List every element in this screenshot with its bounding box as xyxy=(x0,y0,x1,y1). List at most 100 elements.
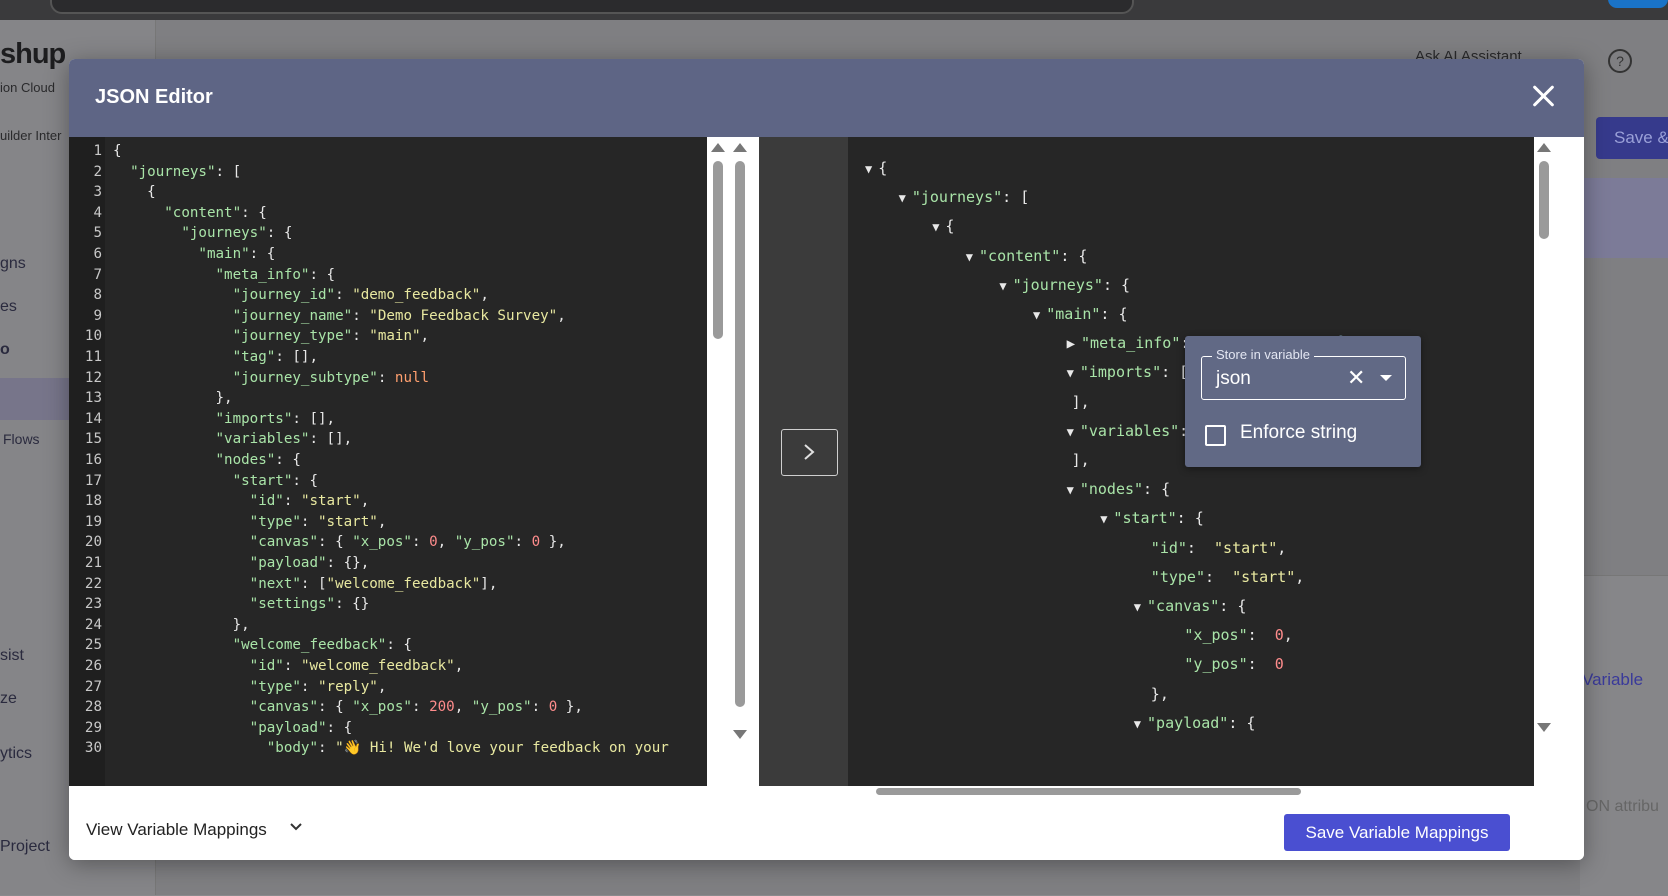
sidebar-item[interactable]: es xyxy=(0,298,17,316)
code-editor[interactable]: 1 {2 "journeys": [3 {4 "content": {5 "jou… xyxy=(69,137,759,786)
clear-icon[interactable]: ✕ xyxy=(1347,367,1365,389)
tree-node[interactable]: "type": "start", xyxy=(1151,566,1305,588)
code-text[interactable]: "journey_name": "Demo Feedback Survey", xyxy=(113,306,566,328)
code-text[interactable]: }, xyxy=(113,615,250,637)
line-number: 30 xyxy=(84,740,102,757)
collapse-triangle-icon[interactable]: ▼ xyxy=(999,275,1006,297)
tree-node[interactable]: ▼ "imports": [ xyxy=(1067,361,1189,383)
sidebar-item[interactable]: ytics xyxy=(0,745,32,763)
tree-node[interactable]: ▼ "journeys": { xyxy=(999,274,1130,296)
bg-save-button[interactable]: Save & xyxy=(1596,117,1668,159)
collapse-triangle-icon[interactable]: ▼ xyxy=(1067,362,1074,384)
scroll-track[interactable] xyxy=(732,147,748,777)
scroll-thumb[interactable] xyxy=(735,161,745,707)
code-text[interactable]: { xyxy=(113,182,156,204)
tree-node[interactable]: "y_pos": 0 xyxy=(1184,653,1283,675)
line-number: 22 xyxy=(84,575,102,592)
save-variable-mappings-button[interactable]: Save Variable Mappings xyxy=(1284,814,1510,851)
collapse-triangle-icon[interactable]: ▼ xyxy=(1134,596,1141,618)
expand-triangle-icon[interactable]: ▶ xyxy=(1067,333,1075,355)
scroll-thumb[interactable] xyxy=(876,788,1301,795)
tree-node[interactable]: ▼ "main": { xyxy=(1033,303,1128,325)
view-variable-mappings-toggle[interactable]: View Variable Mappings xyxy=(86,820,267,840)
variable-name-value[interactable]: json xyxy=(1216,368,1251,390)
sidebar-item[interactable]: ze xyxy=(0,690,17,708)
tree-node[interactable]: ], xyxy=(1072,449,1090,471)
tree-horizontal-scrollbar[interactable] xyxy=(848,786,1534,796)
code-text[interactable]: "content": { xyxy=(113,203,267,225)
tree-node[interactable]: ▼ "canvas": { xyxy=(1134,595,1247,617)
bg-variable-link[interactable]: Variable xyxy=(1582,670,1643,690)
code-text[interactable]: "canvas": { "x_pos": 200, "y_pos": 0 }, xyxy=(113,697,583,719)
code-text[interactable]: "main": { xyxy=(113,244,275,266)
chevron-down-icon[interactable] xyxy=(289,822,303,832)
collapse-triangle-icon[interactable]: ▼ xyxy=(932,216,939,238)
sidebar-item[interactable]: Project xyxy=(0,838,50,856)
code-text[interactable]: "imports": [], xyxy=(113,409,336,431)
code-text[interactable]: "payload": { xyxy=(113,718,353,740)
code-text[interactable]: "settings": {} xyxy=(113,594,370,616)
scroll-thumb[interactable] xyxy=(713,161,723,339)
collapse-triangle-icon[interactable]: ▼ xyxy=(1100,508,1107,530)
tree-node[interactable]: ▼{ xyxy=(865,157,887,179)
code-text[interactable]: "payload": {}, xyxy=(113,553,370,575)
collapse-triangle-icon[interactable]: ▼ xyxy=(1134,713,1141,735)
scroll-up-icon[interactable] xyxy=(1537,143,1551,152)
line-number: 19 xyxy=(84,513,102,530)
collapse-triangle-icon[interactable]: ▼ xyxy=(865,158,872,180)
sidebar-item[interactable]: gns xyxy=(0,255,26,273)
code-text[interactable]: "type": "reply", xyxy=(113,677,387,699)
tree-node[interactable]: "x_pos": 0, xyxy=(1184,624,1292,646)
tree-node[interactable]: ▼ "journeys": [ xyxy=(899,186,1030,208)
tree-node[interactable]: ▼ "nodes": { xyxy=(1067,478,1171,500)
code-text[interactable]: }, xyxy=(113,388,232,410)
json-editor-modal: JSON Editor 1 {2 "journeys": [3 {4 "conte… xyxy=(69,59,1584,860)
tree-node[interactable]: ], xyxy=(1072,391,1090,413)
code-text[interactable]: "body": "👋 Hi! We'd love your feedback o… xyxy=(113,738,669,760)
code-text[interactable]: "tag": [], xyxy=(113,347,318,369)
code-text[interactable]: "welcome_feedback": { xyxy=(113,635,412,657)
code-text[interactable]: "start": { xyxy=(113,471,318,493)
code-text[interactable]: "journey_subtype": null xyxy=(113,368,429,390)
tree-node[interactable]: }, xyxy=(1151,683,1169,705)
enforce-string-checkbox[interactable] xyxy=(1205,425,1226,446)
close-icon[interactable] xyxy=(1528,81,1558,111)
code-text[interactable]: "type": "start", xyxy=(113,512,387,534)
code-text[interactable]: "id": "welcome_feedback", xyxy=(113,656,464,678)
code-text[interactable]: "meta_info": { xyxy=(113,265,336,287)
code-text[interactable]: "journeys": { xyxy=(113,223,292,245)
code-text[interactable]: "id": "start", xyxy=(113,491,370,513)
collapse-triangle-icon[interactable]: ▼ xyxy=(1033,304,1040,326)
help-icon[interactable]: ? xyxy=(1608,49,1632,73)
collapse-triangle-icon[interactable]: ▼ xyxy=(1067,421,1074,443)
code-text[interactable]: "journeys": [ xyxy=(113,162,241,184)
transfer-button[interactable] xyxy=(781,429,838,476)
code-text[interactable]: "journey_id": "demo_feedback", xyxy=(113,285,489,307)
collapse-triangle-icon[interactable]: ▼ xyxy=(966,246,973,268)
code-text[interactable]: "journey_type": "main", xyxy=(113,326,429,348)
tree-node[interactable]: ▼ "content": { xyxy=(966,245,1088,267)
editor-scrollbars[interactable] xyxy=(707,137,759,786)
scroll-down-icon[interactable] xyxy=(733,730,747,739)
tree-node[interactable]: ▼ "start": { xyxy=(1100,507,1204,529)
dropdown-caret-icon[interactable] xyxy=(1380,375,1392,381)
scroll-thumb[interactable] xyxy=(1539,161,1549,239)
tree-node[interactable]: ▼ "payload": { xyxy=(1134,712,1256,734)
tree-vertical-scrollbar[interactable] xyxy=(1534,137,1554,786)
code-text[interactable]: "canvas": { "x_pos": 0, "y_pos": 0 }, xyxy=(113,532,566,554)
tree-node[interactable]: "id": "start", xyxy=(1151,537,1286,559)
bg-attribute-input[interactable]: ON attribu xyxy=(1586,798,1659,816)
sidebar-item[interactable]: sist xyxy=(0,647,24,665)
scroll-track[interactable] xyxy=(710,147,726,777)
scroll-down-icon[interactable] xyxy=(1537,723,1551,732)
code-text[interactable]: { xyxy=(113,141,122,163)
sidebar-item[interactable]: o xyxy=(0,341,10,359)
tree-node[interactable]: ▼{ xyxy=(932,215,954,237)
code-text[interactable]: "next": ["welcome_feedback"], xyxy=(113,574,498,596)
collapse-triangle-icon[interactable]: ▼ xyxy=(1067,479,1074,501)
sidebar-item[interactable]: Flows xyxy=(3,431,40,447)
store-variable-field[interactable]: Store in variable json ✕ xyxy=(1201,347,1406,400)
code-text[interactable]: "variables": [], xyxy=(113,429,353,451)
code-text[interactable]: "nodes": { xyxy=(113,450,301,472)
collapse-triangle-icon[interactable]: ▼ xyxy=(899,187,906,209)
